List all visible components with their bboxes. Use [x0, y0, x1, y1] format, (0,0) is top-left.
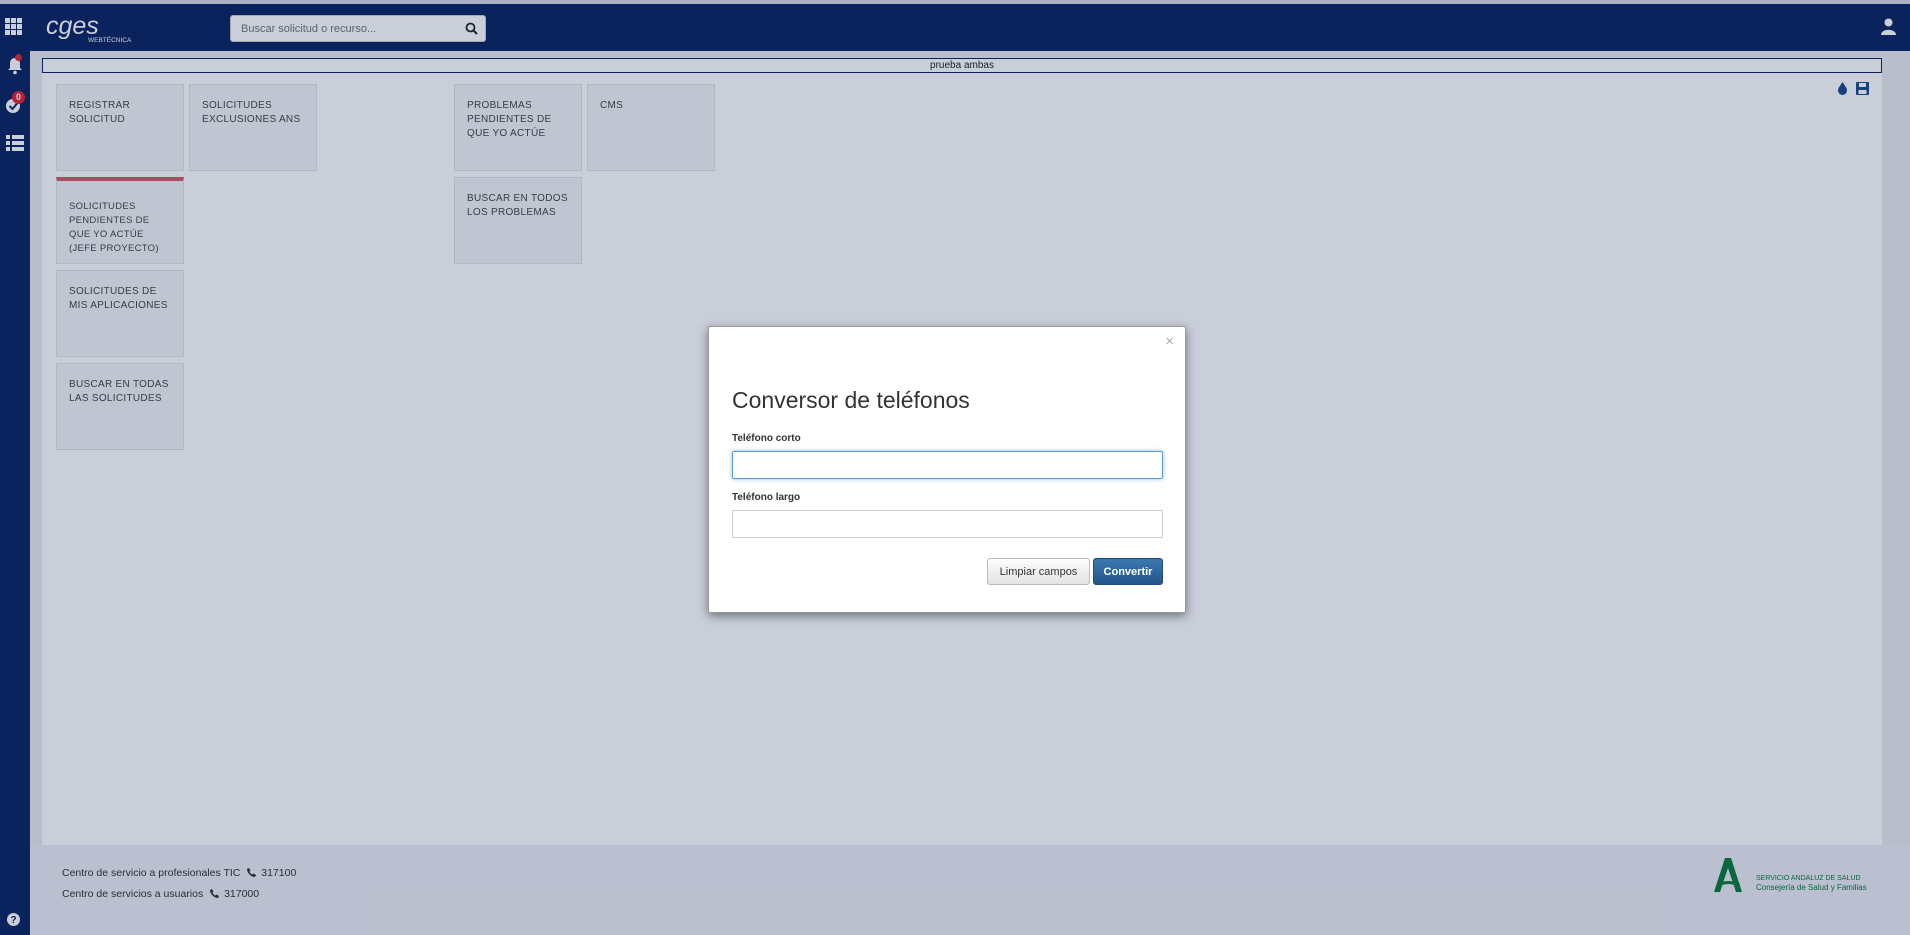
- close-icon[interactable]: ×: [1165, 334, 1174, 349]
- long-phone-input[interactable]: [732, 510, 1163, 538]
- clear-fields-button[interactable]: Limpiar campos: [987, 558, 1090, 585]
- dialog-title: Conversor de teléfonos: [732, 387, 970, 413]
- short-phone-input[interactable]: [732, 451, 1163, 479]
- phone-converter-dialog: × Conversor de teléfonos Teléfono corto …: [708, 326, 1186, 613]
- convert-button[interactable]: Convertir: [1093, 558, 1163, 585]
- short-phone-label: Teléfono corto: [732, 433, 801, 444]
- long-phone-label: Teléfono largo: [732, 492, 801, 503]
